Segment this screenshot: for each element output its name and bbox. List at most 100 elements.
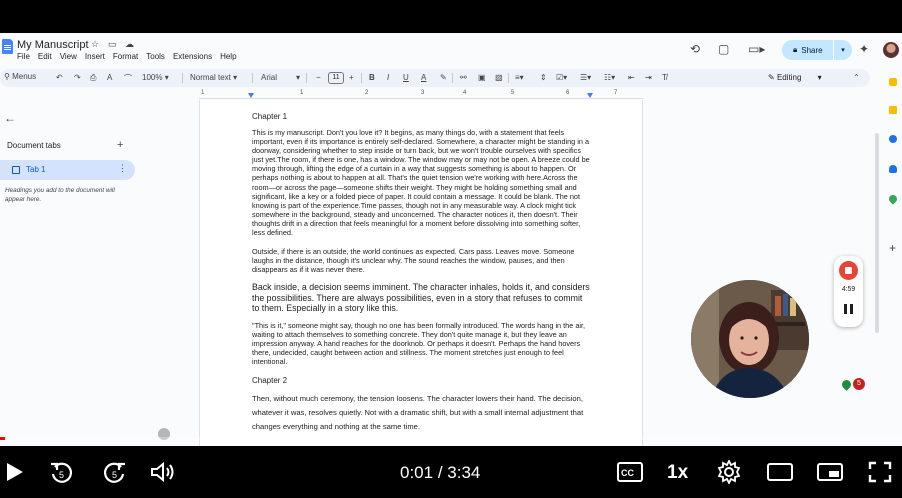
zoom-select[interactable]: 100% ▾ (142, 73, 169, 82)
collapse-toolbar-icon[interactable]: ⌃ (853, 73, 860, 82)
gemini-icon[interactable]: ✦ (859, 42, 869, 56)
video-progress-bar[interactable] (0, 437, 902, 440)
back-arrow-icon[interactable]: ← (4, 111, 16, 125)
image-icon[interactable]: ▨ (495, 73, 503, 82)
link-icon[interactable]: ⚯ (460, 73, 467, 82)
rewind-5-icon[interactable]: 5 (49, 460, 75, 486)
decrease-font-icon[interactable]: − (316, 73, 321, 82)
forward-5-icon[interactable]: 5 (101, 460, 127, 486)
meet-icon[interactable]: ▭▸ (748, 42, 765, 56)
docs-logo-icon[interactable] (2, 39, 13, 54)
current-time: 0:01 (400, 463, 434, 482)
add-addon-icon[interactable]: + (889, 241, 896, 255)
divider (252, 73, 253, 83)
paragraph: This is my manuscript. Don't you love it… (252, 128, 590, 238)
share-button[interactable]: 🔒︎ Share ▾ (782, 40, 852, 60)
left-indent-marker[interactable] (248, 93, 254, 98)
menu-insert[interactable]: Insert (85, 52, 105, 61)
formatting-toolbar: ⚲ Menus ↶ ↷ ⎙ A ⌒ 100% ▾ Normal text ▾ A… (0, 69, 870, 87)
menu-format[interactable]: Format (113, 52, 138, 61)
ruler[interactable]: 1 1 2 3 4 5 6 7 (199, 90, 643, 100)
ruler-number: 3 (421, 90, 425, 96)
star-icon[interactable]: ☆ (91, 39, 99, 50)
comment-icon[interactable]: ▣ (478, 73, 486, 82)
menu-edit[interactable]: Edit (38, 52, 52, 61)
paragraph-style-select[interactable]: Normal text ▾ (190, 73, 237, 82)
folder-icon[interactable]: ▭ (108, 39, 117, 50)
volume-icon[interactable] (150, 461, 176, 483)
ruler-number: 1 (300, 90, 304, 96)
share-dropdown-icon[interactable]: ▾ (834, 46, 852, 54)
menus-label: Menus (12, 72, 37, 81)
menu-extensions[interactable]: Extensions (173, 52, 212, 61)
comments-icon[interactable]: ▢ (718, 42, 729, 56)
menu-tools[interactable]: Tools (146, 52, 165, 61)
right-indent-marker[interactable] (587, 93, 593, 98)
ruler-line (199, 98, 643, 99)
document-page[interactable]: Chapter 1 This is my manuscript. Don't y… (199, 100, 643, 446)
editing-mode-select[interactable]: ✎ Editing ▾ (768, 73, 822, 82)
editing-label: Editing (776, 73, 802, 82)
align-icon[interactable]: ≡▾ (515, 73, 524, 82)
font-size-input[interactable]: 11 (328, 72, 344, 84)
redo-icon[interactable]: ↷ (74, 73, 81, 82)
keep-icon[interactable] (889, 106, 897, 114)
theater-mode-icon[interactable] (767, 463, 793, 481)
contacts-icon[interactable] (889, 165, 897, 173)
search-menus[interactable]: ⚲ Menus (4, 72, 36, 81)
undo-icon[interactable]: ↶ (56, 73, 63, 82)
menu-view[interactable]: View (60, 52, 77, 61)
calendar-icon[interactable] (889, 78, 897, 86)
clear-formatting-icon[interactable]: T̸ (662, 73, 667, 82)
font-dropdown-icon[interactable]: ▾ (296, 73, 300, 82)
scrollbar[interactable] (875, 133, 879, 333)
more-options-icon[interactable]: ⋮ (118, 163, 127, 174)
bullet-list-icon[interactable]: ☰▾ (580, 73, 591, 82)
tab-1-label: Tab 1 (26, 165, 46, 174)
print-icon[interactable]: ⎙ (90, 73, 96, 83)
zoom-value: 100% (142, 73, 163, 82)
underline-icon[interactable]: U (403, 73, 409, 82)
document-title[interactable]: My Manuscript (17, 39, 89, 51)
highlight-icon[interactable]: ✎ (440, 73, 447, 82)
menu-file[interactable]: File (17, 52, 30, 61)
spellcheck-icon[interactable]: A (107, 73, 112, 82)
lock-icon: 🔒︎ (793, 45, 798, 54)
font-select[interactable]: Arial (261, 73, 277, 82)
stop-recording-button[interactable] (839, 261, 858, 280)
menu-help[interactable]: Help (220, 52, 236, 61)
account-avatar[interactable] (883, 42, 899, 58)
paint-format-icon[interactable]: ⌒ (124, 73, 132, 84)
increase-font-icon[interactable]: + (349, 73, 354, 82)
miniplayer-icon[interactable] (817, 463, 843, 481)
history-icon[interactable]: ⟲ (690, 42, 700, 56)
webcam-bubble[interactable] (691, 280, 809, 398)
share-label: Share (801, 45, 823, 55)
numbered-list-icon[interactable]: ☷▾ (604, 73, 615, 82)
divider (306, 73, 307, 83)
page-content[interactable]: Chapter 1 This is my manuscript. Don't y… (252, 112, 592, 433)
captions-icon[interactable]: CC (617, 462, 643, 482)
fullscreen-icon[interactable] (868, 461, 892, 483)
settings-gear-icon[interactable] (717, 460, 741, 484)
playback-speed[interactable]: 1x (667, 462, 688, 484)
tasks-icon[interactable] (889, 135, 897, 143)
share-main[interactable]: 🔒︎ Share (782, 40, 834, 60)
add-tab-icon[interactable]: + (117, 139, 123, 151)
tab-1[interactable]: Tab 1 ⋮ (0, 160, 135, 180)
text-color-icon[interactable]: A (421, 73, 426, 82)
chevron-down-icon: ▾ (817, 73, 822, 82)
cloud-status-icon[interactable]: ☁ (125, 39, 134, 50)
pause-icon[interactable] (844, 304, 853, 314)
svg-text:CC: CC (621, 468, 634, 478)
italic-icon[interactable]: I (387, 73, 389, 82)
checklist-icon[interactable]: ☑▾ (556, 73, 567, 82)
line-spacing-icon[interactable]: ⇕ (540, 73, 547, 82)
increase-indent-icon[interactable]: ⇥ (645, 73, 652, 82)
decrease-indent-icon[interactable]: ⇤ (628, 73, 635, 82)
ruler-number: 4 (463, 90, 467, 96)
maps-icon[interactable] (887, 193, 899, 205)
play-icon[interactable] (3, 461, 25, 483)
bold-icon[interactable]: B (369, 73, 375, 82)
letterbox-top (0, 0, 902, 33)
